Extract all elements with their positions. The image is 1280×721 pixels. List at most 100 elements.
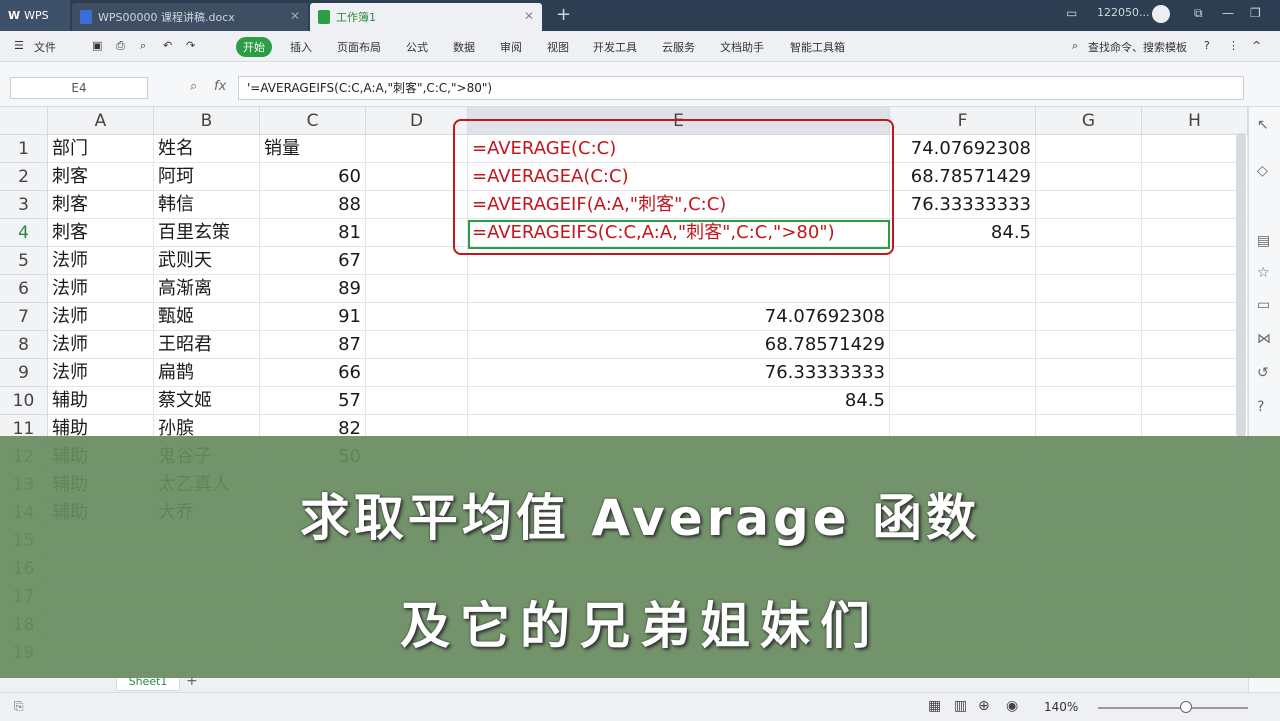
cell-b2[interactable]: 阿珂 bbox=[154, 163, 260, 191]
row-header[interactable]: 8 bbox=[0, 331, 48, 359]
cell-b8[interactable]: 王昭君 bbox=[154, 331, 260, 359]
print-icon[interactable]: ⎙ bbox=[116, 39, 125, 53]
fx-icon[interactable]: fx bbox=[214, 79, 226, 94]
cell-d8[interactable] bbox=[366, 331, 468, 359]
redo-icon[interactable]: ↷ bbox=[186, 39, 195, 52]
cell-a2[interactable]: 刺客 bbox=[48, 163, 154, 191]
cell-d5[interactable] bbox=[366, 247, 468, 275]
cell-c7[interactable]: 91 bbox=[260, 303, 366, 331]
cell-c1[interactable]: 销量 bbox=[260, 135, 366, 163]
close-icon[interactable]: ✕ bbox=[524, 9, 534, 23]
macro-icon[interactable]: ⎘ bbox=[14, 699, 24, 714]
cell-e6[interactable] bbox=[468, 275, 890, 303]
restore-icon[interactable]: ❐ bbox=[1250, 6, 1261, 20]
cell-a3[interactable]: 刺客 bbox=[48, 191, 154, 219]
cell-e8[interactable]: 68.78571429 bbox=[468, 331, 890, 359]
cell-b1[interactable]: 姓名 bbox=[154, 135, 260, 163]
menu-start[interactable]: 开始 bbox=[236, 37, 272, 57]
cell-d6[interactable] bbox=[366, 275, 468, 303]
help-icon[interactable]: ? bbox=[1204, 39, 1210, 52]
cell-f6[interactable] bbox=[890, 275, 1036, 303]
cell-g4[interactable] bbox=[1036, 219, 1142, 247]
search-command[interactable]: 查找命令、搜索模板 bbox=[1088, 39, 1187, 55]
menu-smart-tools[interactable]: 智能工具箱 bbox=[790, 39, 845, 55]
cell-c9[interactable]: 66 bbox=[260, 359, 366, 387]
zoom-slider[interactable] bbox=[1098, 707, 1248, 709]
row-header[interactable]: 2 bbox=[0, 163, 48, 191]
column-header-f[interactable]: F bbox=[890, 107, 1036, 135]
cell-b5[interactable]: 武则天 bbox=[154, 247, 260, 275]
avatar[interactable] bbox=[1152, 5, 1170, 23]
cell-c6[interactable]: 89 bbox=[260, 275, 366, 303]
column-header-h[interactable]: H bbox=[1142, 107, 1248, 135]
collapse-icon[interactable]: ^ bbox=[1252, 39, 1261, 52]
cell-h3[interactable] bbox=[1142, 191, 1248, 219]
cell-g1[interactable] bbox=[1036, 135, 1142, 163]
zoom-icon[interactable]: ⌕ bbox=[190, 79, 197, 94]
layout-view-icon[interactable]: ⊕ bbox=[978, 698, 990, 714]
search-icon[interactable]: ⌕ bbox=[1072, 39, 1078, 53]
normal-view-icon[interactable]: ▦ bbox=[928, 698, 941, 714]
menu-view[interactable]: 视图 bbox=[547, 39, 569, 55]
cell-a6[interactable]: 法师 bbox=[48, 275, 154, 303]
row-header[interactable]: 5 bbox=[0, 247, 48, 275]
cell-h9[interactable] bbox=[1142, 359, 1248, 387]
cell-a8[interactable]: 法师 bbox=[48, 331, 154, 359]
cell-f1[interactable]: 74.07692308 bbox=[890, 135, 1036, 163]
menu-insert[interactable]: 插入 bbox=[290, 39, 312, 55]
row-header[interactable]: 9 bbox=[0, 359, 48, 387]
cell-f10[interactable] bbox=[890, 387, 1036, 415]
more-icon[interactable]: ⋮ bbox=[1228, 39, 1239, 52]
cell-c4[interactable]: 81 bbox=[260, 219, 366, 247]
tab-workbook[interactable]: 工作簿1 ✕ bbox=[310, 3, 542, 31]
cell-h7[interactable] bbox=[1142, 303, 1248, 331]
formula-input[interactable]: '=AVERAGEIFS(C:C,A:A,"刺客",C:C,">80") bbox=[238, 76, 1244, 100]
cell-b7[interactable]: 甄姬 bbox=[154, 303, 260, 331]
name-box[interactable]: E4 bbox=[10, 77, 148, 99]
history-icon[interactable]: ↺ bbox=[1257, 365, 1269, 381]
menu-formula[interactable]: 公式 bbox=[406, 39, 428, 55]
cell-f3[interactable]: 76.33333333 bbox=[890, 191, 1036, 219]
cell-b3[interactable]: 韩信 bbox=[154, 191, 260, 219]
cell-a1[interactable]: 部门 bbox=[48, 135, 154, 163]
cell-g8[interactable] bbox=[1036, 331, 1142, 359]
cell-c8[interactable]: 87 bbox=[260, 331, 366, 359]
cell-b4[interactable]: 百里玄策 bbox=[154, 219, 260, 247]
tablet-icon[interactable]: ▭ bbox=[1066, 6, 1077, 20]
shape-icon[interactable]: ◇ bbox=[1257, 163, 1268, 179]
cell-h10[interactable] bbox=[1142, 387, 1248, 415]
cell-g5[interactable] bbox=[1036, 247, 1142, 275]
menu-page-layout[interactable]: 页面布局 bbox=[337, 39, 381, 55]
cell-e10[interactable]: 84.5 bbox=[468, 387, 890, 415]
cell-e9[interactable]: 76.33333333 bbox=[468, 359, 890, 387]
cell-c3[interactable]: 88 bbox=[260, 191, 366, 219]
cell-d10[interactable] bbox=[366, 387, 468, 415]
cell-c5[interactable]: 67 bbox=[260, 247, 366, 275]
menu-file[interactable]: 文件 bbox=[34, 39, 56, 55]
star-icon[interactable]: ☆ bbox=[1257, 265, 1270, 281]
cell-c10[interactable]: 57 bbox=[260, 387, 366, 415]
menu-doc-helper[interactable]: 文档助手 bbox=[720, 39, 764, 55]
cell-f4[interactable]: 84.5 bbox=[890, 219, 1036, 247]
cell-h1[interactable] bbox=[1142, 135, 1248, 163]
menu-developer[interactable]: 开发工具 bbox=[593, 39, 637, 55]
help-icon[interactable]: ? bbox=[1257, 399, 1264, 415]
cell-b10[interactable]: 蔡文姬 bbox=[154, 387, 260, 415]
cell-c2[interactable]: 60 bbox=[260, 163, 366, 191]
cell-g10[interactable] bbox=[1036, 387, 1142, 415]
column-header-c[interactable]: C bbox=[260, 107, 366, 135]
cell-f5[interactable] bbox=[890, 247, 1036, 275]
row-header[interactable]: 7 bbox=[0, 303, 48, 331]
cell-h2[interactable] bbox=[1142, 163, 1248, 191]
cell-d9[interactable] bbox=[366, 359, 468, 387]
select-icon[interactable]: ↖ bbox=[1257, 117, 1269, 133]
cell-a4[interactable]: 刺客 bbox=[48, 219, 154, 247]
cell-g2[interactable] bbox=[1036, 163, 1142, 191]
image-icon[interactable]: ▤ bbox=[1257, 233, 1270, 249]
cell-f8[interactable] bbox=[890, 331, 1036, 359]
menu-data[interactable]: 数据 bbox=[453, 39, 475, 55]
cell-h8[interactable] bbox=[1142, 331, 1248, 359]
vertical-scrollbar[interactable] bbox=[1236, 133, 1246, 437]
tab-document[interactable]: WPS00000 课程讲稿.docx ✕ bbox=[72, 3, 308, 31]
hamburger-icon[interactable]: ☰ bbox=[14, 39, 24, 52]
